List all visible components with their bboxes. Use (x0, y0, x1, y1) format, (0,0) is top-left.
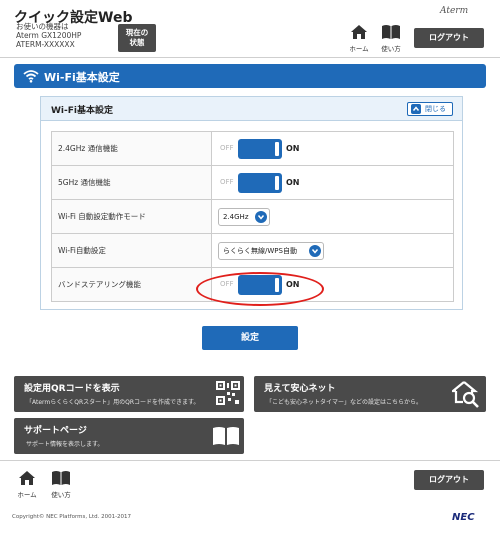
footer-logout-button[interactable]: ログアウト (414, 470, 484, 490)
qr-code-card[interactable]: 設定用QRコードを表示 「AtermらくらくQRスタート」用のQRコードを作成で… (14, 376, 244, 412)
collapse-label: 閉じる (425, 105, 446, 113)
home-search-icon (452, 381, 479, 408)
footer-manual-link[interactable]: 使い方 (48, 470, 74, 499)
manual-link[interactable]: 使い方 (378, 24, 404, 53)
chevron-up-icon (411, 104, 421, 114)
apply-button[interactable]: 設定 (202, 326, 298, 350)
support-page-card[interactable]: サポートページ サポート情報を表示します。 (14, 418, 244, 454)
chevron-down-icon (255, 210, 267, 223)
home-label: ホーム (349, 45, 369, 53)
toggle-knob (238, 172, 282, 193)
support-card-desc: サポート情報を表示します。 (26, 441, 104, 448)
table-row: 5GHz 通信機能 OFF ON (51, 165, 454, 200)
section-title: Wi-Fi基本設定 (44, 71, 120, 84)
toggle-24ghz[interactable]: OFF ON (218, 138, 314, 159)
footer-home-label: ホーム (17, 491, 37, 499)
row-value: らくらく無線/WPS自動 (211, 233, 454, 268)
device-label: お使いの機器は (16, 22, 69, 31)
table-row: Wi-Fi自動設定 らくらく無線/WPS自動 (51, 233, 454, 268)
toggle-knob (238, 138, 282, 159)
auto-mode-value: 2.4GHz (223, 212, 249, 221)
auto-setting-value: らくらく無線/WPS自動 (223, 246, 297, 255)
footer-home-link[interactable]: ホーム (14, 470, 40, 499)
row-label-band-steering: バンドステアリング機能 (51, 267, 212, 302)
current-status-button[interactable]: 現在の状態 (118, 24, 156, 52)
book-icon (382, 25, 400, 39)
toggle-on-label: ON (286, 177, 300, 187)
section-banner: Wi-Fi基本設定 (14, 64, 486, 88)
row-label-auto-setting: Wi-Fi自動設定 (51, 233, 212, 268)
panel-header: Wi-Fi基本設定 閉じる (41, 97, 462, 121)
home-icon (351, 25, 367, 39)
toggle-off-label: OFF (220, 177, 234, 186)
book-icon (213, 427, 239, 445)
toggle-5ghz[interactable]: OFF ON (218, 172, 314, 193)
qr-code-icon (216, 381, 240, 405)
row-value: OFF ON (211, 165, 454, 200)
home-link[interactable]: ホーム (346, 24, 372, 53)
header: クイック設定Web お使いの機器は Aterm GX1200HP ATERM-X… (0, 0, 500, 58)
home-icon (19, 471, 35, 485)
row-value: OFF ON (211, 131, 454, 166)
footer-divider (0, 460, 500, 461)
collapse-button[interactable]: 閉じる (407, 102, 453, 116)
row-label-5ghz: 5GHz 通信機能 (51, 165, 212, 200)
aterm-logo: Aterm (440, 6, 469, 16)
footer-manual-label: 使い方 (51, 491, 71, 499)
auto-setting-select[interactable]: らくらく無線/WPS自動 (218, 241, 324, 260)
logout-button[interactable]: ログアウト (414, 28, 484, 48)
row-value: 2.4GHz (211, 199, 454, 234)
device-serial: ATERM-XXXXXX (16, 40, 75, 49)
row-label-24ghz: 2.4GHz 通信機能 (51, 131, 212, 166)
copyright: Copyright© NEC Platforms, Ltd. 2001-2017 (12, 514, 132, 520)
mieru-anshin-card[interactable]: 見えて安心ネット 「こども安心ネットタイマー」などの設定はこちらから。 (254, 376, 486, 412)
table-row: Wi-Fi 自動設定動作モード 2.4GHz (51, 199, 454, 234)
nec-logo: NEC (452, 512, 475, 523)
table-row: 2.4GHz 通信機能 OFF ON (51, 131, 454, 166)
qr-card-desc: 「AtermらくらくQRスタート」用のQRコードを作成できます。 (26, 399, 200, 406)
chevron-down-icon (309, 244, 321, 257)
support-card-title: サポートページ (24, 426, 87, 436)
panel-title: Wi-Fi基本設定 (51, 106, 113, 116)
wifi-icon (23, 70, 39, 83)
safe-card-title: 見えて安心ネット (264, 384, 336, 394)
row-label-auto-mode: Wi-Fi 自動設定動作モード (51, 199, 212, 234)
highlight-circle (196, 272, 324, 306)
current-status-label: 現在の状態 (125, 28, 149, 47)
safe-card-desc: 「こども安心ネットタイマー」などの設定はこちらから。 (266, 399, 423, 406)
device-model: Aterm GX1200HP (16, 31, 82, 40)
manual-label: 使い方 (381, 45, 401, 53)
book-icon (52, 471, 70, 485)
toggle-off-label: OFF (220, 143, 234, 152)
auto-mode-select[interactable]: 2.4GHz (218, 207, 270, 226)
toggle-on-label: ON (286, 143, 300, 153)
qr-card-title: 設定用QRコードを表示 (24, 384, 120, 394)
